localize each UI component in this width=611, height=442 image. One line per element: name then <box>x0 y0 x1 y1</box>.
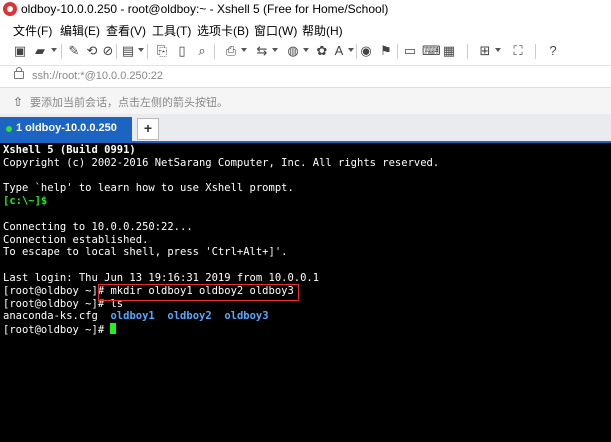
ls-directory: oldboy2 <box>167 310 212 322</box>
title-bar: oldboy-10.0.0.250 - root@oldboy:~ - Xshe… <box>0 0 611 19</box>
toolbar-separator <box>214 44 215 59</box>
disconnect-icon[interactable]: ⊘ <box>100 43 116 59</box>
fullscreen-icon[interactable]: ⛶ <box>510 43 526 59</box>
xshell-app-icon[interactable] <box>3 2 17 16</box>
tab-bar: 1 oldboy-10.0.0.250 + <box>0 114 611 143</box>
font-icon[interactable]: A <box>331 43 347 59</box>
menu-help[interactable]: 帮助(H) <box>302 22 343 39</box>
chevron-down-icon[interactable] <box>495 48 501 52</box>
shell-prompt: [root@oldboy ~]# <box>3 285 111 297</box>
chevron-down-icon[interactable] <box>138 48 144 52</box>
open-folder-icon[interactable]: ▰ <box>32 43 48 59</box>
keyboard-icon[interactable]: ⌨ <box>422 43 441 59</box>
address-bar[interactable]: ssh://root:*@10.0.0.250:22 <box>0 65 611 87</box>
chevron-down-icon[interactable] <box>303 48 309 52</box>
new-tab-button[interactable]: + <box>137 118 159 140</box>
copy-icon[interactable]: ⎘ <box>154 43 170 59</box>
paste-icon[interactable]: ▯ <box>174 43 190 59</box>
toolbar: ▣ ▰ ✎ ⟲ ⊘ ▤ ⎘ ▯ ⌕ ⎙ ⇆ ◍ ✿ A ◉ ⚑ ▭ ⌨ ▦ ⊞ … <box>0 39 611 65</box>
lock-icon <box>14 67 24 79</box>
hint-text: 要添加当前会话，点击左侧的箭头按钮。 <box>30 97 228 109</box>
ls-file: anaconda-ks.cfg <box>3 310 98 322</box>
chevron-down-icon[interactable] <box>241 48 247 52</box>
help-icon[interactable]: ? <box>545 43 561 59</box>
transfer-icon[interactable]: ⇆ <box>254 43 270 59</box>
session-address[interactable]: ssh://root:*@10.0.0.250:22 <box>32 70 163 82</box>
print-icon[interactable]: ⎙ <box>223 43 239 59</box>
session-hint-bar: ⇧ 要添加当前会话，点击左侧的箭头按钮。 <box>0 87 611 115</box>
new-session-icon[interactable]: ▣ <box>12 43 28 59</box>
chevron-down-icon[interactable] <box>51 48 57 52</box>
terminal-ls-output: anaconda-ks.cfg oldboy1 oldboy2 oldboy3 <box>3 310 269 323</box>
tab-label[interactable]: 1 oldboy-10.0.0.250 <box>16 122 117 134</box>
new-terminal-icon[interactable]: ▤ <box>120 43 136 59</box>
terminal-cursor <box>110 323 117 334</box>
toolbar-separator <box>147 44 148 59</box>
tab-session-1[interactable]: 1 oldboy-10.0.0.250 <box>0 117 132 141</box>
color-scheme-icon[interactable]: ✿ <box>314 43 330 59</box>
terminal-connecting: Connecting to 10.0.0.250:22... <box>3 221 193 233</box>
toolbar-separator <box>535 44 536 59</box>
arrow-pin-icon[interactable]: ⇧ <box>13 95 23 109</box>
command-highlight-box <box>98 284 299 301</box>
toolbar-separator <box>467 44 468 59</box>
terminal-help-line: Type `help' to learn how to use Xshell p… <box>3 182 294 194</box>
terminal-copyright: Copyright (c) 2002-2016 NetSarang Comput… <box>3 157 440 169</box>
menu-window[interactable]: 窗口(W) <box>254 22 297 39</box>
ls-directory: oldboy3 <box>224 310 269 322</box>
menu-edit[interactable]: 编辑(E) <box>60 22 100 39</box>
shell-prompt: [root@oldboy ~]# <box>3 298 111 310</box>
globe-icon[interactable]: ◍ <box>285 43 301 59</box>
terminal-current-line[interactable]: [root@oldboy ~]# <box>3 323 117 336</box>
menu-bar: 文件(F) 编辑(E) 查看(V) 工具(T) 选项卡(B) 窗口(W) 帮助(… <box>0 19 611 39</box>
shell-prompt: [root@oldboy ~]# <box>3 324 111 336</box>
toolbar-separator <box>116 44 117 59</box>
toolbar-separator <box>61 44 62 59</box>
xftp-icon[interactable]: ◉ <box>358 43 374 59</box>
chevron-down-icon[interactable] <box>348 48 354 52</box>
menu-tabs[interactable]: 选项卡(B) <box>197 22 249 39</box>
compose-icon[interactable]: ▭ <box>402 43 418 59</box>
add-pane-icon[interactable]: ⊞ <box>477 43 493 59</box>
ls-directory: oldboy1 <box>110 310 155 322</box>
terminal-local-prompt: [c:\~]$ <box>3 195 48 207</box>
terminal-banner-title: Xshell 5 (Build 0991) <box>3 144 136 156</box>
menu-file[interactable]: 文件(F) <box>13 22 52 39</box>
window-title: oldboy-10.0.0.250 - root@oldboy:~ - Xshe… <box>21 2 389 16</box>
reconnect-icon[interactable]: ⟲ <box>84 43 100 59</box>
menu-tools[interactable]: 工具(T) <box>152 22 191 39</box>
toolbar-separator <box>397 44 398 59</box>
toolbar-separator <box>356 44 357 59</box>
tunnel-icon[interactable]: ⚑ <box>378 43 394 59</box>
terminal-escape-hint: To escape to local shell, press 'Ctrl+Al… <box>3 246 288 258</box>
properties-icon[interactable]: ✎ <box>66 43 82 59</box>
find-icon[interactable]: ⌕ <box>194 43 210 59</box>
connected-status-icon <box>6 126 12 132</box>
script-icon[interactable]: ▦ <box>441 43 457 59</box>
chevron-down-icon[interactable] <box>272 48 278 52</box>
menu-view[interactable]: 查看(V) <box>106 22 146 39</box>
